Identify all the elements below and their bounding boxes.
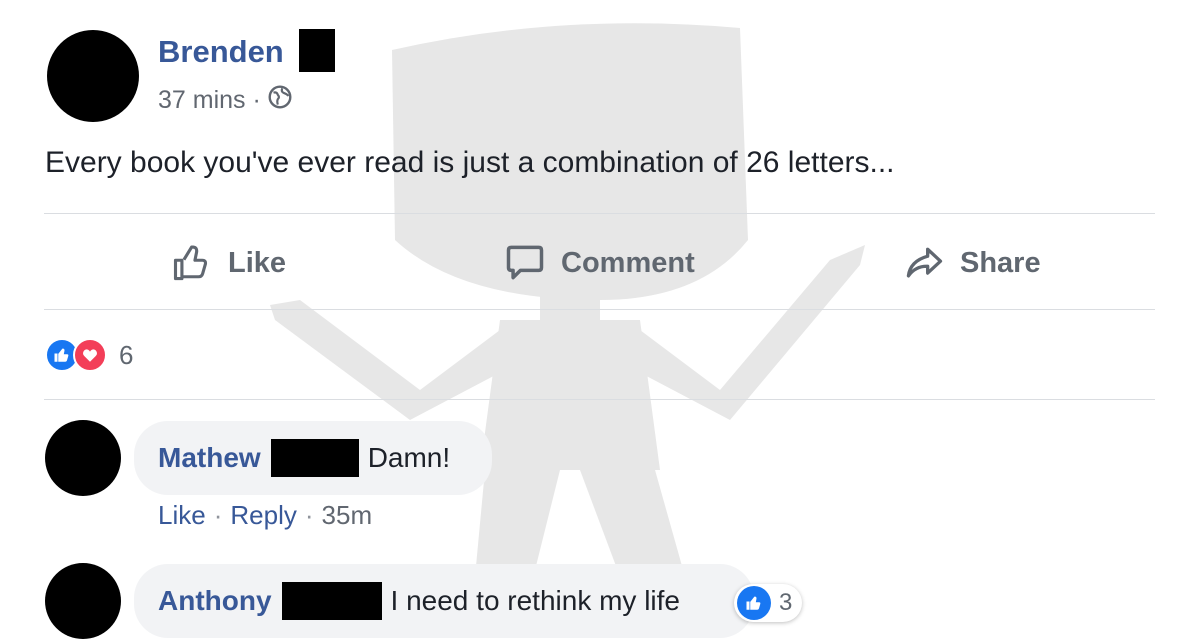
comment-time[interactable]: 35m bbox=[322, 500, 373, 531]
speech-bubble-icon bbox=[506, 245, 544, 280]
post-meta: 37 mins · bbox=[158, 84, 293, 117]
reaction-count: 6 bbox=[119, 339, 134, 370]
divider-middle bbox=[44, 309, 1155, 310]
redacted-surname bbox=[270, 439, 359, 477]
comment-reaction-count: 3 bbox=[779, 589, 793, 616]
action-separator: · bbox=[304, 500, 314, 530]
post-text: Every book you've ever read is just a co… bbox=[45, 146, 895, 179]
comment-bubble: Anthony I need to rethink my life bbox=[134, 564, 754, 638]
author-avatar[interactable] bbox=[47, 30, 139, 122]
share-arrow-icon bbox=[906, 247, 943, 278]
reactions-summary[interactable]: 6 bbox=[45, 338, 133, 372]
redacted-surname bbox=[281, 582, 382, 620]
action-separator: · bbox=[213, 500, 223, 530]
like-reaction-icon bbox=[737, 586, 771, 620]
thumbs-up-icon bbox=[173, 245, 208, 281]
comment-reply-link[interactable]: Reply bbox=[230, 500, 296, 531]
comment-author[interactable]: Mathew bbox=[158, 442, 261, 474]
share-label: Share bbox=[960, 246, 1041, 279]
divider-bottom bbox=[44, 399, 1155, 400]
comment-avatar[interactable] bbox=[45, 563, 121, 639]
globe-icon[interactable] bbox=[267, 84, 293, 117]
comment-like-link[interactable]: Like bbox=[158, 500, 206, 531]
redacted-surname bbox=[299, 29, 335, 72]
like-button[interactable]: Like bbox=[170, 240, 286, 286]
share-button[interactable]: Share bbox=[902, 240, 1041, 286]
comment-button[interactable]: Comment bbox=[503, 240, 695, 286]
post-time[interactable]: 37 mins bbox=[158, 86, 246, 115]
comment-bubble: Mathew Damn! bbox=[134, 421, 492, 495]
comment-text: Damn! bbox=[367, 442, 451, 473]
comment-avatar[interactable] bbox=[45, 420, 121, 496]
meta-separator: · bbox=[252, 86, 261, 114]
comment-actions: Like · Reply · 35m bbox=[158, 500, 372, 531]
comment-label: Comment bbox=[561, 246, 695, 279]
comment-author[interactable]: Anthony bbox=[158, 585, 272, 617]
comment-reaction-badge[interactable]: 3 bbox=[734, 584, 803, 622]
comment-text: I need to rethink my life bbox=[390, 585, 681, 616]
like-label: Like bbox=[228, 246, 287, 279]
post-author-name[interactable]: Brenden bbox=[158, 34, 284, 70]
love-reaction-icon bbox=[73, 338, 107, 372]
divider-top bbox=[44, 213, 1155, 214]
